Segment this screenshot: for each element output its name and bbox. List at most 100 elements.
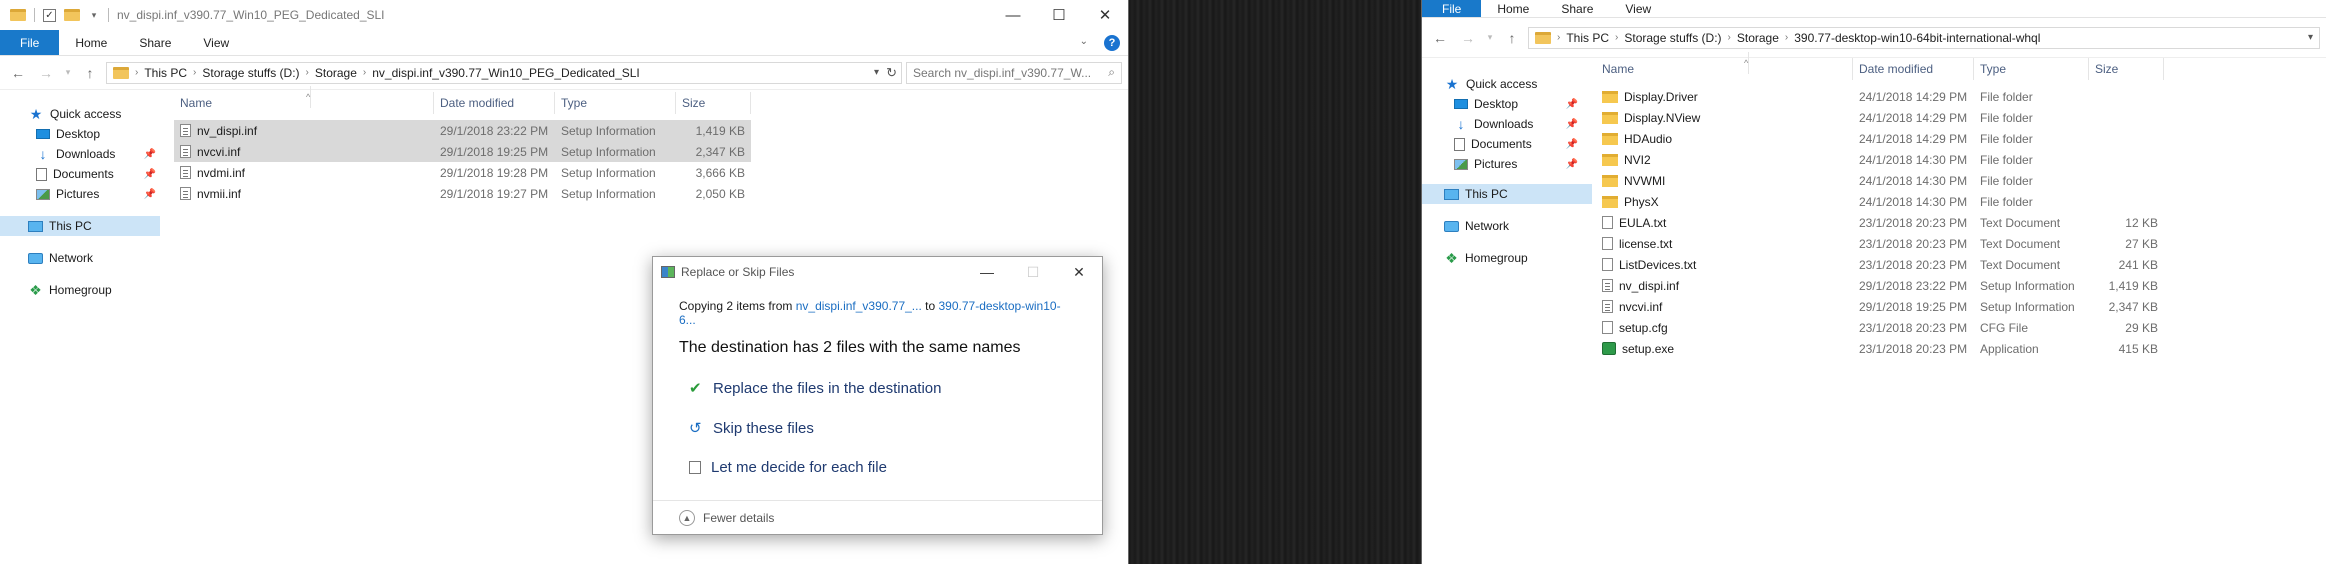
skip-files-option[interactable]: ↺ Skip these files xyxy=(679,419,1076,438)
file-row[interactable]: NVI2 24/1/2018 14:30 PM File folder xyxy=(1596,149,2164,170)
tab-file[interactable]: File xyxy=(0,30,60,55)
nav-this-pc[interactable]: This PC xyxy=(1422,184,1592,204)
nav-downloads[interactable]: ↓ Downloads 📌 xyxy=(1422,114,1592,134)
tab-home[interactable]: Home xyxy=(59,30,123,55)
up-button[interactable]: ↑ xyxy=(1500,30,1524,46)
nav-downloads[interactable]: ↓ Downloads 📌 xyxy=(0,144,170,164)
chevron-right-icon[interactable]: › xyxy=(1785,32,1788,43)
chevron-down-icon[interactable]: ▾ xyxy=(88,10,100,21)
file-row[interactable]: PhysX 24/1/2018 14:30 PM File folder xyxy=(1596,191,2164,212)
breadcrumb-drive[interactable]: Storage stuffs (D:) xyxy=(202,66,299,80)
pin-icon[interactable]: 📌 xyxy=(144,189,156,200)
nav-desktop[interactable]: Desktop xyxy=(0,124,170,144)
column-type[interactable]: Type xyxy=(1974,58,2089,80)
chevron-right-icon[interactable]: › xyxy=(1557,32,1560,43)
column-size[interactable]: Size xyxy=(676,92,751,114)
nav-network[interactable]: Network xyxy=(1422,216,1592,236)
up-button[interactable]: ↑ xyxy=(78,65,102,81)
fewer-details-button[interactable]: ▲ Fewer details xyxy=(653,500,1102,534)
breadcrumb-current-folder[interactable]: 390.77-desktop-win10-64bit-international… xyxy=(1794,31,2040,45)
minimize-button[interactable]: — xyxy=(990,0,1036,30)
decide-each-file-option[interactable]: Let me decide for each file xyxy=(679,459,1076,476)
chevron-down-icon[interactable]: ▾ xyxy=(2308,32,2313,43)
recent-locations-icon[interactable]: ▾ xyxy=(62,67,74,78)
tab-file[interactable]: File xyxy=(1422,0,1482,17)
file-row[interactable]: HDAudio 24/1/2018 14:29 PM File folder xyxy=(1596,128,2164,149)
recent-locations-icon[interactable]: ▾ xyxy=(1484,32,1496,43)
properties-icon[interactable]: ✓ xyxy=(43,8,56,22)
forward-button[interactable]: → xyxy=(1456,30,1480,46)
file-row[interactable]: nv_dispi.inf 29/1/2018 23:22 PM Setup In… xyxy=(174,120,751,141)
new-folder-icon[interactable] xyxy=(64,9,80,21)
pin-icon[interactable]: 📌 xyxy=(1566,119,1578,130)
file-row[interactable]: Display.Driver 24/1/2018 14:29 PM File fol… xyxy=(1596,86,2164,107)
file-row[interactable]: nvdmi.inf 29/1/2018 19:28 PM Setup Infor… xyxy=(174,162,751,183)
chevron-right-icon[interactable]: › xyxy=(306,67,309,78)
nav-this-pc[interactable]: This PC xyxy=(0,216,160,236)
breadcrumb-drive[interactable]: Storage stuffs (D:) xyxy=(1624,31,1721,45)
tab-home[interactable]: Home xyxy=(1481,0,1545,17)
pin-icon[interactable]: 📌 xyxy=(1566,139,1578,150)
file-row[interactable]: EULA.txt 23/1/2018 20:23 PM Text Document 1… xyxy=(1596,212,2164,233)
address-bar[interactable]: › This PC › Storage stuffs (D:) › Storag… xyxy=(106,61,902,84)
breadcrumb-storage[interactable]: Storage xyxy=(315,66,357,80)
replace-files-option[interactable]: ✔ Replace the files in the destination xyxy=(679,379,1076,398)
maximize-button[interactable]: ☐ xyxy=(1036,0,1082,30)
nav-desktop[interactable]: Desktop 📌 xyxy=(1422,94,1592,114)
chevron-right-icon[interactable]: › xyxy=(1728,32,1731,43)
pin-icon[interactable]: 📌 xyxy=(1566,159,1578,170)
address-bar[interactable]: › This PC › Storage stuffs (D:) › Storag… xyxy=(1528,26,2320,49)
tab-share[interactable]: Share xyxy=(123,30,187,55)
file-row[interactable]: NVWMI 24/1/2018 14:30 PM File folder xyxy=(1596,170,2164,191)
file-row[interactable]: nvcvi.inf 29/1/2018 19:25 PM Setup Infor… xyxy=(174,141,751,162)
nav-homegroup[interactable]: ❖ Homegroup xyxy=(1422,248,1592,268)
tab-view[interactable]: View xyxy=(1609,0,1667,17)
file-row[interactable]: nv_dispi.inf 29/1/2018 23:22 PM Setup Info… xyxy=(1596,275,2164,296)
source-folder-link[interactable]: nv_dispi.inf_v390.77_... xyxy=(796,299,922,313)
chevron-right-icon[interactable]: › xyxy=(1615,32,1618,43)
file-row[interactable]: license.txt 23/1/2018 20:23 PM Text Docume… xyxy=(1596,233,2164,254)
file-row[interactable]: setup.cfg 23/1/2018 20:23 PM CFG File 29 KB xyxy=(1596,317,2164,338)
column-date-modified[interactable]: Date modified xyxy=(1853,58,1974,80)
file-row[interactable]: Display.NView 24/1/2018 14:29 PM File fold… xyxy=(1596,107,2164,128)
nav-network[interactable]: Network xyxy=(0,248,170,268)
column-date-modified[interactable]: Date modified xyxy=(434,92,555,114)
nav-quick-access[interactable]: ★ Quick access xyxy=(0,104,170,124)
chevron-right-icon[interactable]: › xyxy=(193,67,196,78)
tab-view[interactable]: View xyxy=(187,30,245,55)
back-button[interactable]: ← xyxy=(6,65,30,81)
dialog-close-button[interactable]: ✕ xyxy=(1056,257,1102,287)
nav-homegroup[interactable]: ❖ Homegroup xyxy=(0,280,170,300)
file-row[interactable]: ListDevices.txt 23/1/2018 20:23 PM Text Do… xyxy=(1596,254,2164,275)
refresh-icon[interactable]: ↻ xyxy=(886,65,897,81)
pin-icon[interactable]: 📌 xyxy=(1566,99,1578,110)
forward-button[interactable]: → xyxy=(34,65,58,81)
nav-pictures[interactable]: Pictures 📌 xyxy=(1422,154,1592,174)
file-row[interactable]: nvcvi.inf 29/1/2018 19:25 PM Setup Informa… xyxy=(1596,296,2164,317)
expand-ribbon-icon[interactable]: ⌄ xyxy=(1080,36,1088,47)
tab-share[interactable]: Share xyxy=(1545,0,1609,17)
dialog-minimize-button[interactable]: — xyxy=(964,257,1010,287)
nav-pictures[interactable]: Pictures 📌 xyxy=(0,184,170,204)
file-row[interactable]: nvmii.inf 29/1/2018 19:27 PM Setup Infor… xyxy=(174,183,751,204)
column-type[interactable]: Type xyxy=(555,92,676,114)
breadcrumb-this-pc[interactable]: This PC xyxy=(144,66,187,80)
column-name[interactable]: Name xyxy=(1596,58,1853,80)
chevron-right-icon[interactable]: › xyxy=(363,67,366,78)
nav-documents[interactable]: Documents 📌 xyxy=(0,164,170,184)
breadcrumb-this-pc[interactable]: This PC xyxy=(1566,31,1609,45)
help-icon[interactable]: ? xyxy=(1104,35,1120,51)
search-input[interactable]: Search nv_dispi.inf_v390.77_W... ⌕ xyxy=(906,61,1122,84)
back-button[interactable]: ← xyxy=(1428,30,1452,46)
column-size[interactable]: Size xyxy=(2089,58,2164,80)
chevron-right-icon[interactable]: › xyxy=(135,67,138,78)
breadcrumb-current-folder[interactable]: nv_dispi.inf_v390.77_Win10_PEG_Dedicated… xyxy=(372,66,640,80)
close-button[interactable]: ✕ xyxy=(1082,0,1128,30)
pin-icon[interactable]: 📌 xyxy=(144,169,156,180)
file-row[interactable]: setup.exe 23/1/2018 20:23 PM Application 41… xyxy=(1596,338,2164,359)
pin-icon[interactable]: 📌 xyxy=(144,149,156,160)
nav-quick-access[interactable]: ★ Quick access xyxy=(1422,74,1592,94)
chevron-down-icon[interactable]: ▾ xyxy=(874,67,879,78)
breadcrumb-storage[interactable]: Storage xyxy=(1737,31,1779,45)
nav-documents[interactable]: Documents 📌 xyxy=(1422,134,1592,154)
